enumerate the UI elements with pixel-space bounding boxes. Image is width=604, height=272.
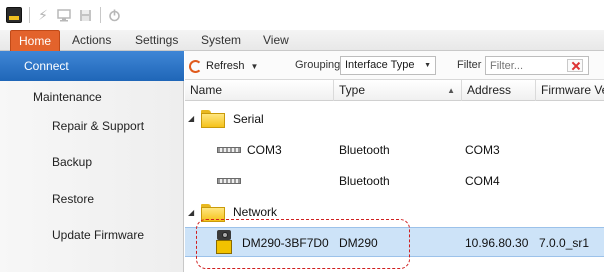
device-address: COM3: [465, 143, 500, 157]
refresh-label: Refresh: [206, 60, 245, 72]
column-header-type[interactable]: Type ▲: [334, 80, 462, 101]
clear-filter-icon[interactable]: [567, 59, 583, 72]
sidebar-item-connect[interactable]: Connect: [0, 51, 184, 81]
tab-system[interactable]: System: [193, 30, 249, 51]
device-list: ◢ Serial COM3 Bluetooth COM3 Bluetooth C…: [185, 101, 604, 272]
list-item[interactable]: Bluetooth COM4: [185, 168, 604, 194]
grouping-select[interactable]: Interface Type ▼: [340, 56, 436, 75]
chevron-down-icon: ▼: [424, 62, 431, 69]
grouping-value: Interface Type: [345, 59, 415, 71]
expand-toggle-icon[interactable]: ◢: [188, 114, 194, 123]
folder-icon: [201, 204, 225, 222]
list-item[interactable]: COM3 Bluetooth COM3: [185, 137, 604, 163]
save-icon[interactable]: [77, 7, 93, 23]
column-header-name[interactable]: Name: [185, 80, 334, 101]
expand-toggle-icon[interactable]: ◢: [188, 208, 194, 217]
ribbon-tab-bar: Home Actions Settings System View: [0, 30, 604, 51]
sidebar-item-update-firmware[interactable]: Update Firmware: [0, 222, 184, 248]
column-headers: Name Type ▲ Address Firmware Ve: [185, 80, 604, 101]
device-name: DM290-3BF7D0: [242, 236, 329, 250]
sidebar-item-backup[interactable]: Backup: [0, 149, 184, 175]
app-icon[interactable]: [6, 7, 22, 23]
group-row-serial[interactable]: ◢ Serial: [185, 105, 604, 133]
tab-actions[interactable]: Actions: [64, 30, 119, 51]
serial-port-icon: [217, 147, 241, 153]
device-type: Bluetooth: [339, 143, 390, 157]
list-toolbar: Refresh ▼ Grouping Interface Type ▼ Filt…: [185, 51, 604, 80]
sidebar-item-repair-support[interactable]: Repair & Support: [0, 113, 184, 139]
toolbar-separator: [29, 7, 30, 23]
device-name: COM3: [247, 143, 282, 157]
refresh-button[interactable]: Refresh ▼: [189, 57, 258, 75]
device-address: 10.96.80.30: [465, 236, 529, 250]
barcode-reader-icon: [215, 230, 233, 254]
chevron-down-icon: ▼: [250, 61, 259, 71]
monitor-icon[interactable]: [56, 7, 72, 23]
column-header-address[interactable]: Address: [462, 80, 536, 101]
folder-icon: [201, 110, 225, 128]
refresh-icon: [189, 59, 202, 73]
group-row-network[interactable]: ◢ Network: [185, 199, 604, 227]
serial-port-icon: [217, 178, 241, 184]
tab-home[interactable]: Home: [10, 30, 61, 51]
column-header-type-label: Type: [339, 83, 366, 97]
quick-access-toolbar: ⚡: [0, 0, 604, 30]
device-firmware: 7.0.0_sr1: [539, 236, 590, 250]
device-type: Bluetooth: [339, 174, 390, 188]
device-address: COM4: [465, 174, 500, 188]
grouping-label: Grouping: [295, 59, 341, 71]
sort-ascending-icon: ▲: [447, 86, 455, 95]
sidebar-group-maintenance[interactable]: Maintenance: [0, 85, 184, 109]
toolbar-separator: [100, 7, 101, 23]
tab-view[interactable]: View: [255, 30, 297, 51]
column-header-firmware[interactable]: Firmware Ve: [536, 80, 604, 101]
filter-label: Filter: [457, 59, 482, 71]
sidebar-item-restore[interactable]: Restore: [0, 186, 184, 212]
group-label: Serial: [233, 112, 264, 126]
device-type: DM290: [339, 236, 378, 250]
power-icon[interactable]: [106, 7, 122, 23]
tab-settings[interactable]: Settings: [127, 30, 186, 51]
lightning-icon[interactable]: ⚡: [35, 7, 51, 23]
list-item-selected[interactable]: DM290-3BF7D0 DM290 10.96.80.30 7.0.0_sr1: [185, 227, 604, 257]
group-label: Network: [233, 205, 278, 219]
sidebar: Connect Maintenance Repair & Support Bac…: [0, 51, 184, 272]
